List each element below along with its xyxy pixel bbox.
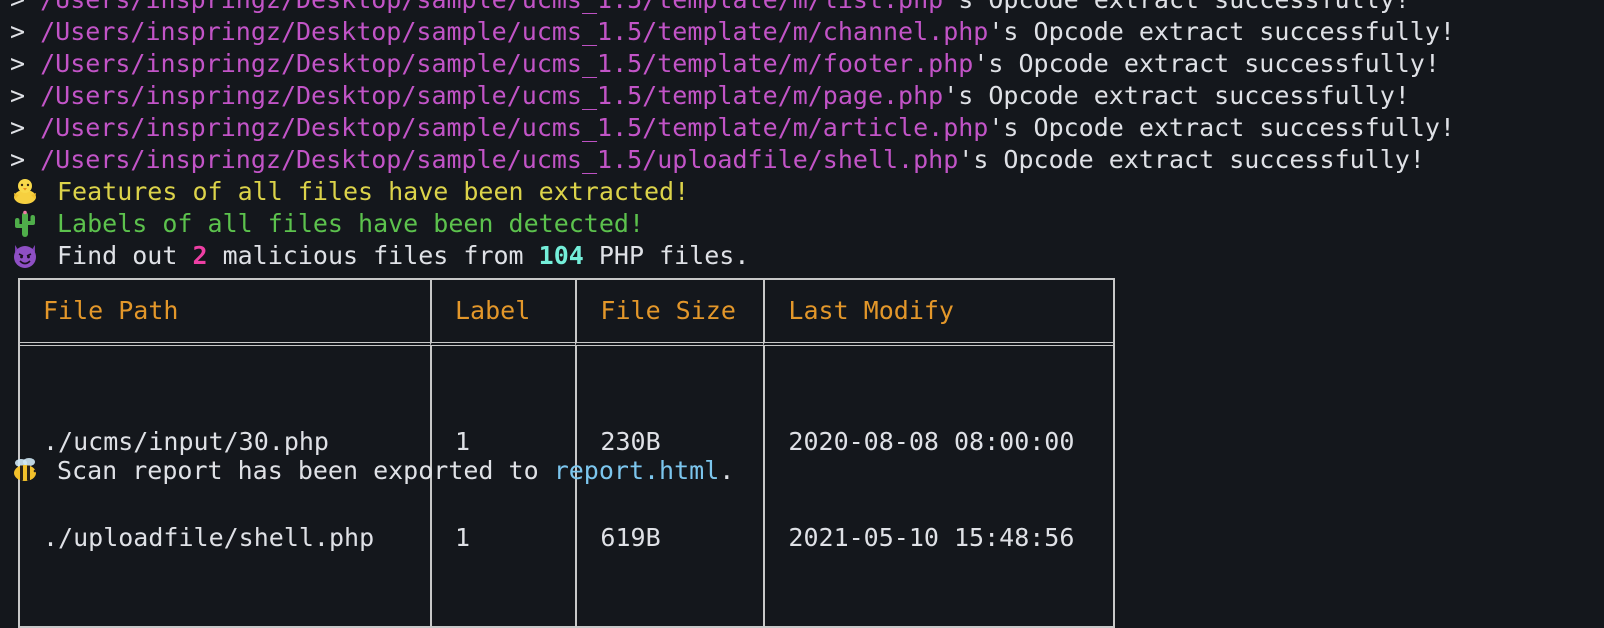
header-label: Label [430,280,576,346]
table-row-label: 1 [455,523,471,552]
table-row-last-modify: 2021-05-10 15:48:56 [788,523,1075,552]
report-prefix: Scan report has been exported to [57,456,554,485]
table-row-label: 1 [455,427,471,456]
file-name: list.php [823,0,943,14]
prompt-symbol: > [10,81,26,110]
bee-icon [10,456,40,484]
features-status-text: Features of all files have been extracte… [57,177,690,206]
results-table: File Path Label File Size Last Modify ./… [18,278,1116,628]
log-line: > /Users/inspringz/Desktop/sample/ucms_1… [10,16,1604,48]
file-directory: /Users/inspringz/Desktop/sample/ucms_1.5… [40,0,823,14]
log-message: 's Opcode extract successfully! [988,17,1455,46]
terminal-output: > /Users/inspringz/Desktop/sample/ucms_1… [10,0,1604,272]
labels-status-text: Labels of all files have been detected! [57,209,644,238]
prompt-symbol: > [10,145,26,174]
file-name: page.php [822,81,944,110]
table-row-file-path: ./uploadfile/shell.php [43,523,375,552]
log-message: 's Opcode extract successfully! [943,0,1410,14]
prompt-symbol: > [10,49,26,78]
table-row-last-modify: 2020-08-08 08:00:00 [788,427,1075,456]
chick-icon [10,177,40,205]
file-directory: /Users/inspringz/Desktop/sample/ucms_1.5… [40,113,823,142]
total-count: 104 [538,241,584,270]
prompt-symbol: > [10,0,25,14]
file-directory: /Users/inspringz/Desktop/sample/ucms_1.5… [40,17,823,46]
summary-suffix: PHP files. [583,241,750,270]
file-directory: /Users/inspringz/Desktop/sample/ucms_1.5… [40,145,823,174]
header-file-size: File Size [575,280,764,346]
malicious-count: 2 [192,241,208,270]
table-row-file-size: 230B [600,427,661,456]
report-export-status: Scan report has been exported to report.… [10,455,734,487]
last-modify-cell: 2020-08-08 08:00:00 2021-05-10 15:48:56 [763,346,1113,626]
summary-status: Find out 2 malicious files from 104 PHP … [10,240,1604,272]
table-header-row: File Path Label File Size Last Modify [20,280,1114,346]
prompt-symbol: > [10,113,26,142]
file-name: article.php [822,113,989,142]
log-line: > /Users/inspringz/Desktop/sample/ucms_1… [10,112,1604,144]
summary-prefix: Find out [57,241,193,270]
devil-icon [10,241,40,269]
log-message: 's Opcode extract successfully! [958,145,1425,174]
log-line: > /Users/inspringz/Desktop/sample/ucms_1… [10,80,1604,112]
file-name: footer.php [822,49,974,78]
header-file-path: File Path [20,280,430,346]
cactus-icon [10,209,40,237]
table-row-file-path: ./ucms/input/30.php [43,427,329,456]
file-name: shell.php [822,145,959,174]
report-suffix: . [719,456,735,485]
prompt-symbol: > [10,17,26,46]
table-row-file-size: 619B [600,523,661,552]
file-name: channel.php [822,17,989,46]
log-line: > /Users/inspringz/Desktop/sample/ucms_1… [10,48,1604,80]
features-status: Features of all files have been extracte… [10,176,1604,208]
file-directory: /Users/inspringz/Desktop/sample/ucms_1.5… [40,81,823,110]
log-message: 's Opcode extract successfully! [988,113,1455,142]
labels-status: Labels of all files have been detected! [10,208,1604,240]
log-line: > /Users/inspringz/Desktop/sample/ucms_1… [10,0,1604,16]
file-directory: /Users/inspringz/Desktop/sample/ucms_1.5… [40,49,823,78]
log-message: 's Opcode extract successfully! [973,49,1440,78]
report-link[interactable]: report.html [554,456,720,485]
summary-middle: malicious files from [207,241,539,270]
log-line: > /Users/inspringz/Desktop/sample/ucms_1… [10,144,1604,176]
log-message: 's Opcode extract successfully! [943,81,1410,110]
header-last-modify: Last Modify [763,280,1114,346]
